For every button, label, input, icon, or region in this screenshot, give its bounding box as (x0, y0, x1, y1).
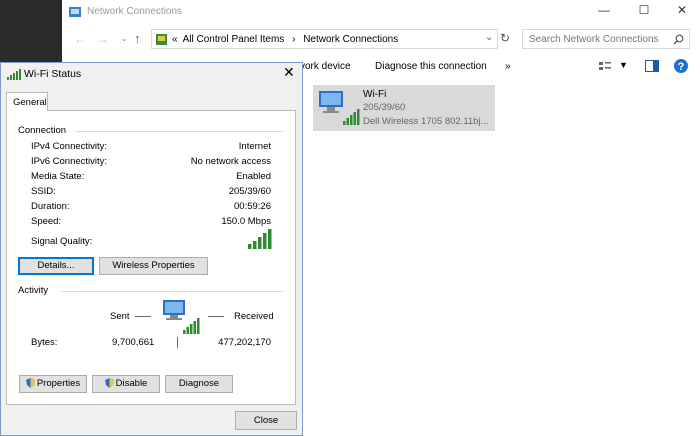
disable-button[interactable]: Disable (92, 375, 160, 393)
general-tab-panel: Connection IPv4 Connectivity: Internet I… (6, 110, 296, 405)
tab-general-label: General (13, 97, 47, 108)
background-dark-panel (0, 0, 62, 62)
disable-button-label: Disable (115, 378, 148, 389)
refresh-icon[interactable]: ↻ (500, 31, 510, 45)
wifi-connection-item[interactable]: Wi-Fi 205/39/60 Dell Wireless 1705 802.1… (313, 85, 495, 131)
address-bar[interactable]: « All Control Panel Items › Network Conn… (151, 29, 498, 49)
ipv4-value: Internet (238, 141, 271, 152)
diagnose-connection-command[interactable]: Diagnose this connection (375, 61, 487, 72)
ssid-label: SSID: (31, 186, 56, 197)
preview-pane-icon[interactable] (645, 60, 659, 72)
ipv4-label: IPv4 Connectivity: (31, 141, 108, 152)
connection-divider (75, 131, 283, 132)
bytes-received-value: 477,202,170 (218, 337, 271, 348)
media-state-value: Enabled (236, 171, 271, 182)
window-title: Network Connections (87, 6, 183, 17)
bytes-divider (177, 337, 178, 348)
control-panel-icon (156, 34, 167, 45)
maximize-button[interactable]: ☐ (630, 3, 658, 21)
signal-bars-icon (7, 69, 21, 80)
address-dropdown-icon[interactable]: ⌄ (485, 32, 493, 43)
bytes-label: Bytes: (31, 337, 58, 348)
network-computers-icon (163, 300, 200, 334)
view-dropdown-icon[interactable]: ▼ (619, 60, 628, 70)
connection-heading: Connection (18, 125, 67, 136)
ipv6-value: No network access (190, 156, 271, 167)
breadcrumb-network-connections[interactable]: Network Connections (303, 34, 398, 45)
diagnose-button[interactable]: Diagnose (165, 375, 233, 393)
activity-heading: Activity (18, 285, 49, 296)
back-arrow-icon[interactable]: ← (74, 32, 86, 46)
more-commands-button[interactable]: » (505, 61, 511, 72)
duration-value: 00:59:26 (234, 201, 271, 212)
search-box[interactable]: Search Network Connections (522, 29, 690, 49)
ssid-value: 205/39/60 (228, 186, 271, 197)
received-line (208, 316, 224, 317)
search-placeholder: Search Network Connections (529, 34, 659, 45)
window-close-button[interactable]: ✕ (668, 3, 696, 21)
network-folder-icon (69, 7, 81, 17)
details-button[interactable]: Details... (18, 257, 94, 275)
dialog-title: Wi-Fi Status (24, 68, 82, 80)
sent-line (135, 316, 151, 317)
connection-ssid: 205/39/60 (363, 102, 406, 113)
help-icon[interactable]: ? (673, 58, 689, 74)
activity-divider (61, 291, 283, 292)
forward-arrow-icon[interactable]: → (97, 32, 109, 46)
bytes-sent-value: 9,700,661 (112, 337, 155, 348)
breadcrumb-separator-icon: › (292, 34, 296, 45)
connection-name: Wi-Fi (363, 89, 387, 100)
search-icon (673, 34, 684, 45)
ipv6-label: IPv6 Connectivity: (31, 156, 108, 167)
wireless-properties-button[interactable]: Wireless Properties (99, 257, 208, 275)
wifi-adapter-icon (319, 91, 360, 125)
properties-button-label: Properties (36, 378, 81, 389)
signal-quality-bars-icon (248, 229, 272, 249)
wifi-status-dialog: Wi-Fi Status ✕ General Connection IPv4 C… (0, 62, 303, 436)
properties-button[interactable]: Properties (19, 375, 87, 393)
uac-shield-icon (25, 378, 35, 388)
view-options-icon[interactable] (598, 61, 612, 73)
view-network-device-command[interactable]: vork device (300, 61, 351, 72)
uac-shield-icon (104, 378, 114, 388)
recent-dropdown-icon[interactable]: ⌄ (121, 34, 128, 43)
received-label: Received (234, 311, 274, 322)
up-arrow-icon[interactable]: ↑ (134, 31, 141, 46)
dialog-close-icon[interactable]: ✕ (283, 64, 295, 81)
sent-label: Sent (110, 311, 130, 322)
signal-quality-label: Signal Quality: (31, 236, 93, 247)
media-state-label: Media State: (31, 171, 85, 182)
duration-label: Duration: (31, 201, 70, 212)
speed-label: Speed: (31, 216, 62, 227)
command-bar: vork device Diagnose this connection » ▼… (300, 56, 700, 78)
tab-general[interactable]: General (6, 92, 48, 111)
svg-text:?: ? (678, 61, 685, 73)
connection-device: Dell Wireless 1705 802.11bj... (363, 116, 489, 127)
close-button[interactable]: Close (235, 411, 297, 430)
minimize-button[interactable]: — (590, 3, 618, 21)
breadcrumb-overflow[interactable]: « (172, 34, 178, 45)
speed-value: 150.0 Mbps (221, 216, 271, 227)
breadcrumb-control-panel[interactable]: All Control Panel Items (183, 34, 285, 45)
